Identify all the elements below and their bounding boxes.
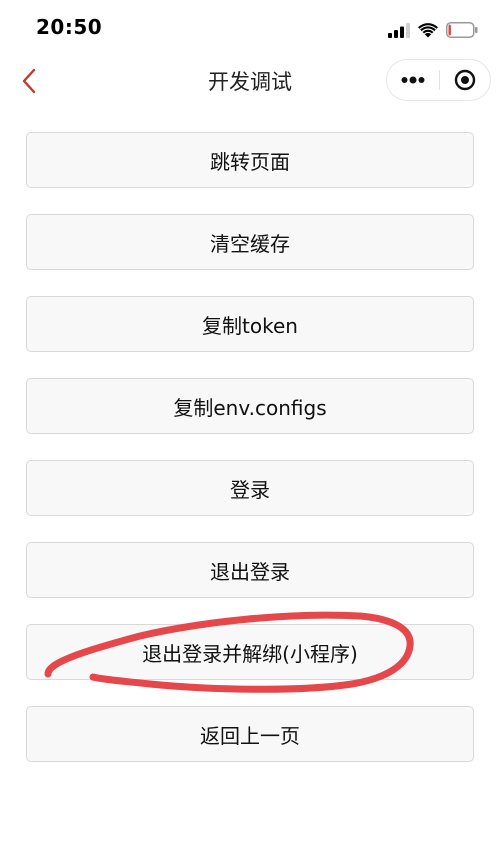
- more-dots-icon: [401, 76, 425, 84]
- copy-env-configs-button[interactable]: 复制env.configs: [26, 378, 474, 434]
- login-button[interactable]: 登录: [26, 460, 474, 516]
- more-button[interactable]: [387, 60, 439, 100]
- signal-icon: [388, 22, 410, 38]
- clear-cache-button[interactable]: 清空缓存: [26, 214, 474, 270]
- logout-button[interactable]: 退出登录: [26, 542, 474, 598]
- mini-program-capsule: [386, 59, 491, 101]
- logout-and-unbind-button[interactable]: 退出登录并解绑(小程序): [26, 624, 474, 680]
- target-circle-icon: [454, 69, 476, 91]
- wifi-icon: [418, 22, 438, 37]
- battery-icon: [446, 22, 478, 38]
- nav-bar: 开发调试: [0, 58, 500, 104]
- chevron-left-icon: [22, 68, 36, 94]
- go-back-button[interactable]: 返回上一页: [26, 706, 474, 762]
- close-mini-program-button[interactable]: [440, 60, 490, 100]
- status-icons: [388, 18, 478, 42]
- navigate-page-button[interactable]: 跳转页面: [26, 132, 474, 188]
- back-button[interactable]: [12, 64, 46, 98]
- debug-button-list: 跳转页面 清空缓存 复制token 复制env.configs 登录 退出登录 …: [26, 132, 474, 788]
- status-bar: 20:50: [0, 0, 500, 58]
- copy-token-button[interactable]: 复制token: [26, 296, 474, 352]
- status-time: 20:50: [36, 15, 103, 39]
